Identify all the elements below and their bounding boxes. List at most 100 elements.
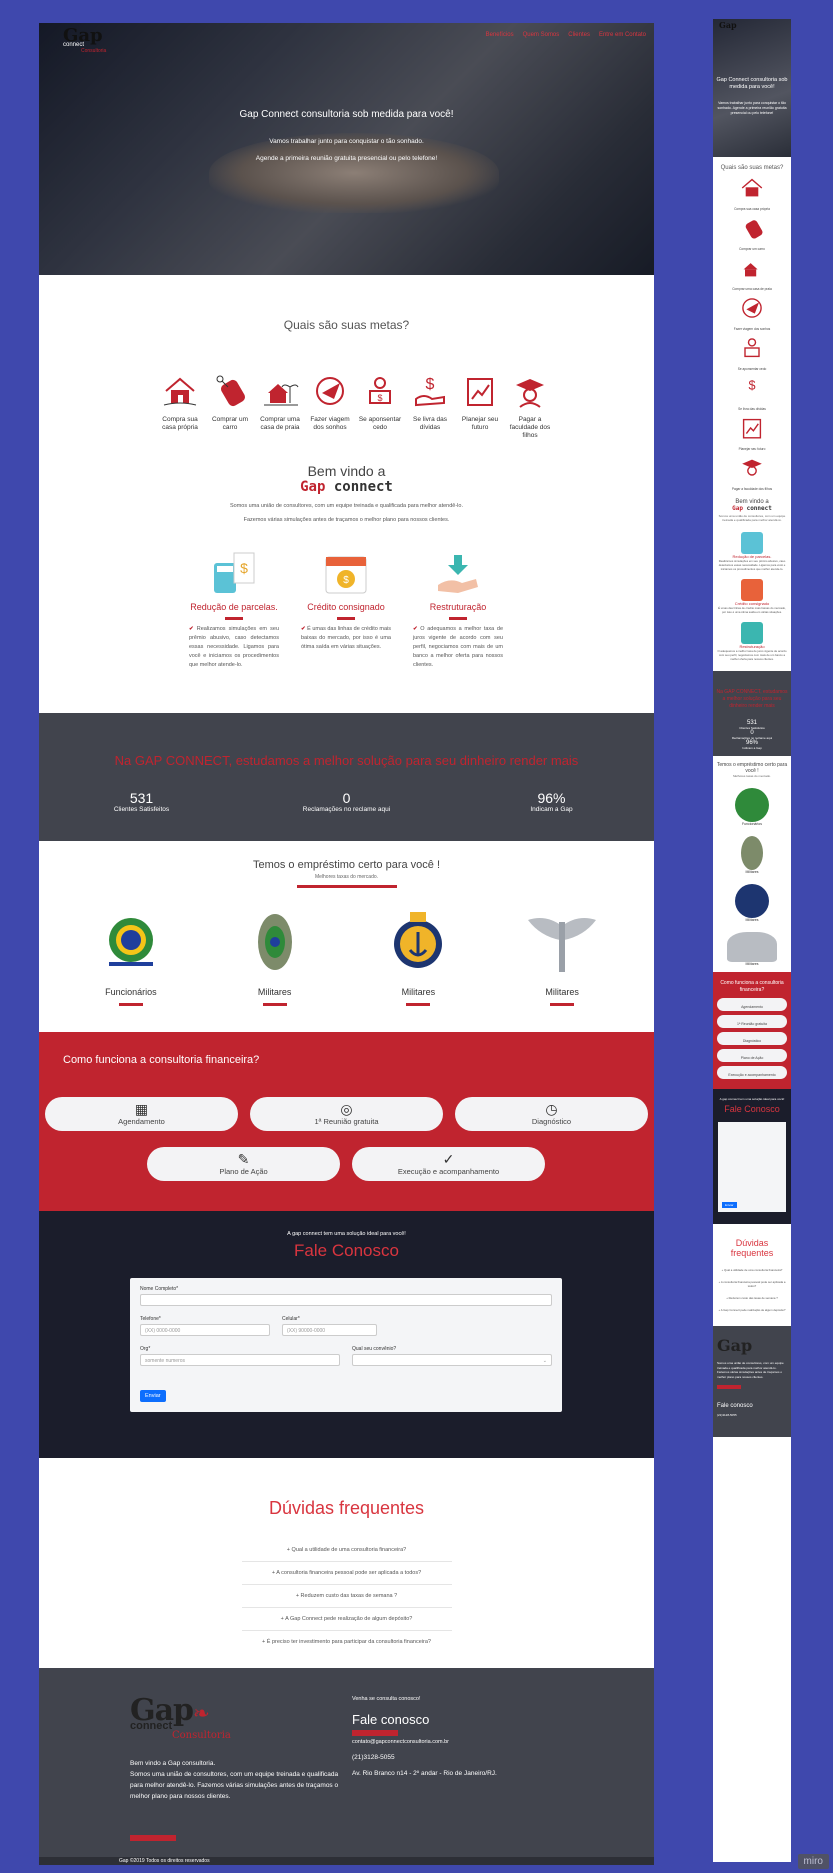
service-card: Restruturação ✔ O adequamos a melhor tax… — [413, 548, 503, 670]
step-execution[interactable]: ✓ Execução e acompanhamento — [352, 1147, 545, 1181]
emblem-card[interactable]: Militares — [363, 906, 473, 1006]
mobile-faq-item[interactable]: + A Gap Connect pede realização de algum… — [716, 1308, 788, 1312]
cell-input[interactable]: (XX) 90000-0000 — [282, 1324, 377, 1336]
mobile-footer-phone[interactable]: (21)3128-5055 — [717, 1413, 787, 1417]
mobile-step[interactable]: 1ª Reunião gratuita — [717, 1015, 787, 1028]
submit-button[interactable]: Enviar — [140, 1390, 166, 1402]
goal-retire: $ Se aponsentar cedo — [356, 371, 404, 440]
service-text-body: O adequamos a melhor taxa de juros vigen… — [413, 626, 504, 668]
phone-input[interactable]: (XX) 0000-0000 — [140, 1324, 270, 1336]
goal-label: Pagar a faculdade dos filhos — [509, 416, 551, 439]
name-input[interactable] — [140, 1294, 552, 1306]
air-force-emblem-icon — [727, 932, 777, 962]
stats-row: 531 Clientes Satisfeitos 0 Reclamações no … — [39, 790, 654, 813]
faq-item[interactable]: + Qual a utilidade de uma consultoria fi… — [241, 1539, 452, 1562]
mobile-goal-label: Comprar um carro — [739, 247, 765, 251]
services-row: $ Redução de parcelas. ✔ Realizamos simu… — [189, 548, 503, 670]
mobile-goal: Pagar a faculdade dos filhos — [713, 454, 791, 491]
service-card: $ Redução de parcelas. ✔ Realizamos simu… — [189, 548, 279, 670]
nav-clientes[interactable]: Clientes — [568, 32, 590, 38]
mobile-goal: Fazer viagem dos sonhos — [713, 294, 791, 331]
mobile-goal-label: Se aponsentar cedo — [737, 367, 767, 371]
agreement-select[interactable]: ⌄ — [352, 1354, 552, 1366]
nav-contato[interactable]: Entre em Contato — [599, 32, 646, 38]
mobile-board: Gap Gap Connect consultoria sob medida p… — [713, 19, 791, 1862]
svg-text:$: $ — [343, 575, 349, 586]
faq-item[interactable]: + É preciso ter investimento para partic… — [242, 1631, 452, 1653]
emblem-card[interactable]: Funcionários — [76, 906, 186, 1006]
service-underline — [225, 617, 243, 620]
hero-text: Gap Connect consultoria sob medida para … — [39, 109, 654, 172]
emblem-underline — [262, 1003, 287, 1006]
emblem-card[interactable]: Militares — [220, 906, 330, 1006]
faq-item[interactable]: + Reduzem custo das taxas de semana ? — [241, 1585, 452, 1608]
stats-section: Na GAP CONNECT, estudamos a melhor soluç… — [39, 713, 654, 841]
nav-beneficios[interactable]: Benefícios — [486, 32, 514, 38]
mobile-faq-item[interactable]: + Reduzem custo das taxas de semana ? — [716, 1296, 788, 1300]
mobile-logo[interactable]: Gap — [719, 20, 737, 30]
footer-email[interactable]: contato@gapconnectconsultoria.com.br — [352, 1739, 497, 1745]
footer-logo: Gap❧ connect Consultoria — [130, 1693, 231, 1741]
mobile-brand: Gap connect — [713, 505, 791, 512]
footer-phone[interactable]: (21)3128-5055 — [352, 1754, 497, 1761]
footer-contact-bar — [352, 1730, 398, 1736]
org-input[interactable]: somente numeros — [140, 1354, 340, 1366]
mobile-stats-title: Na GAP CONNECT, estudamos a melhor soluç… — [716, 689, 788, 709]
step-scheduling[interactable]: ▦ Agendamento — [45, 1097, 238, 1131]
beach-house-icon — [264, 384, 299, 406]
mobile-emblem: Militares — [715, 932, 789, 966]
service-title: Crédito consignado — [307, 602, 385, 612]
welcome-section: Bem vindo a Gap connect Somos uma união … — [39, 463, 654, 523]
brazil-coat-of-arms-icon — [735, 788, 769, 822]
contact-pre: A gap connect tem uma solução ideal para… — [287, 1231, 406, 1237]
check-icon: ✔ — [413, 626, 418, 632]
step-label: Plano de Ação — [219, 1167, 268, 1176]
goal-label: Comprar uma casa de praia — [260, 416, 300, 431]
mobile-step[interactable]: Plano de Ação — [717, 1049, 787, 1062]
goals-row: Compra sua casa própria Comprar um carro… — [156, 371, 554, 440]
mobile-step[interactable]: Execução e acompanhamento — [717, 1066, 787, 1079]
faq-list: + Qual a utilidade de uma consultoria fi… — [241, 1539, 452, 1653]
stat-clients: 531 Clientes Satisfeitos — [82, 790, 202, 813]
step-action-plan[interactable]: ✎ Plano de Ação — [147, 1147, 340, 1181]
contact-form: Nome Completo* Telefone* (XX) 0000-0000 C… — [130, 1278, 562, 1412]
car-key-icon — [745, 220, 763, 239]
logo[interactable]: Gap connect Consultoria — [63, 25, 106, 54]
chevron-down-icon: ⌄ — [542, 1358, 547, 1364]
hand-money-icon — [741, 622, 763, 644]
mobile-goal-label: Fazer viagem dos sonhos — [733, 327, 771, 331]
mobile-goals-title: Quais são suas metas? — [720, 165, 784, 171]
hero-title: Gap Connect consultoria sob medida para … — [239, 109, 454, 120]
mobile-submit-button[interactable]: Enviar — [722, 1202, 737, 1208]
goal-planning: Planejar seu futuro — [456, 371, 504, 440]
mobile-step[interactable]: Agendamento — [717, 998, 787, 1011]
mobile-faq: Dúvidas frequentes + Qual a utilidade de… — [713, 1224, 791, 1326]
service-card: $ Crédito consignado ✔ É umas das linhas… — [301, 548, 391, 670]
faq-item[interactable]: + A Gap Connect pede realização de algum… — [241, 1608, 452, 1631]
step-diagnosis[interactable]: ◷ Diagnóstico — [455, 1097, 648, 1131]
welcome-text-2: Fazemos várias simulações antes de traça… — [243, 517, 450, 523]
mobile-goal-label: Se livra das dívidas — [738, 407, 766, 411]
house-icon — [163, 377, 197, 406]
mobile-brand-connect: connect — [742, 505, 772, 512]
mobile-step[interactable]: Diagnóstico — [717, 1032, 787, 1045]
welcome-title: Bem vindo a — [307, 463, 386, 479]
mobile-service-text: Realizamos simulações em seu prêmio abus… — [718, 559, 786, 571]
contact-section: A gap connect tem uma solução ideal para… — [39, 1211, 654, 1458]
mobile-contact-title: Fale Conosco — [724, 1104, 780, 1114]
stats-title: Na GAP CONNECT, estudamos a melhor soluç… — [114, 753, 579, 768]
check-icon: ✔ — [189, 626, 194, 632]
step-first-meeting[interactable]: ◎ 1ª Reunião gratuita — [250, 1097, 443, 1131]
miro-watermark: miro — [797, 1854, 829, 1869]
nav-quem-somos[interactable]: Quem Somos — [523, 32, 560, 38]
emblem-label: Funcionários — [105, 987, 157, 997]
agreement-label: Qual seu convênio? — [352, 1346, 397, 1352]
faq-item[interactable]: + A consultoria financeira pessoal pode … — [241, 1562, 452, 1585]
mobile-goal: Se aponsentar cedo — [713, 334, 791, 371]
mobile-faq-item[interactable]: + A consultoria financeira pessoal pode … — [716, 1280, 788, 1288]
emblem-card[interactable]: Militares — [507, 906, 617, 1006]
brazil-coat-of-arms-icon — [108, 918, 153, 966]
mobile-footer: Gap Somos uma união de consultores, com … — [713, 1326, 791, 1437]
mobile-faq-item[interactable]: + Qual a utilidade de uma consultoria fi… — [716, 1268, 788, 1272]
mobile-emblem-label: Funcionários — [741, 822, 763, 826]
